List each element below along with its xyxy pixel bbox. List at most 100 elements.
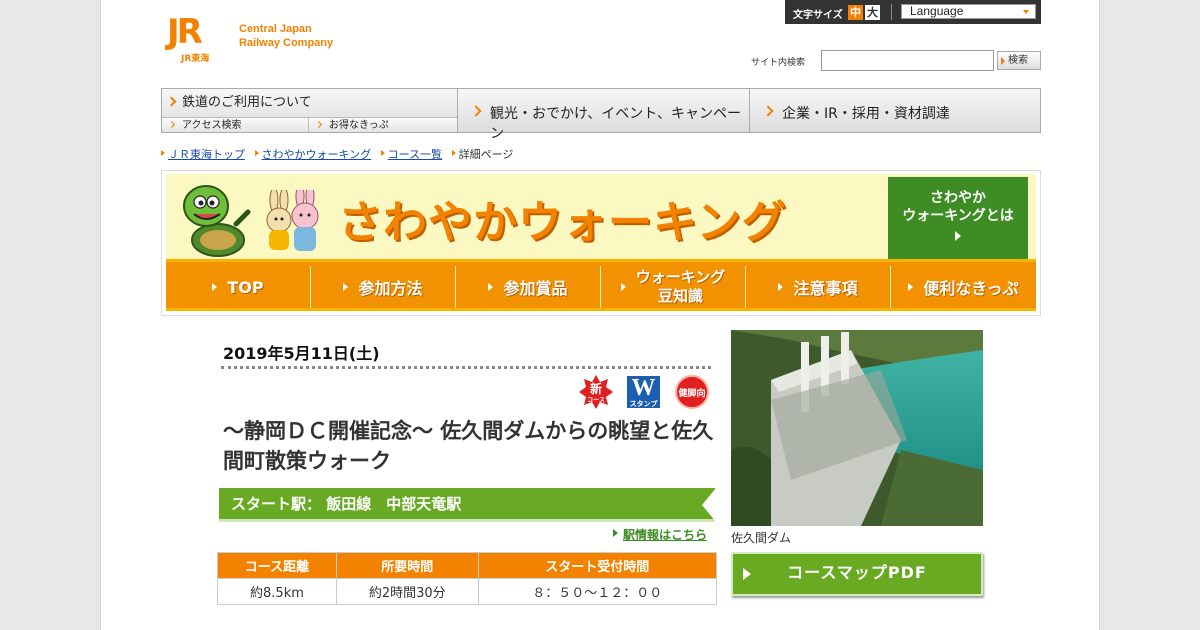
nav-corporate[interactable]: 企業・IR・採用・資材調達 — [749, 88, 1041, 133]
walking-nav-how-to-join-label: 参加方法 — [358, 279, 423, 298]
breadcrumb-current: 詳細ページ — [451, 146, 513, 162]
font-size-large-button[interactable]: 大 — [865, 5, 880, 20]
about-walking-line2: ウォーキングとは — [902, 208, 1014, 224]
nav-discount-tickets[interactable]: お得なきっぷ — [309, 117, 457, 132]
walking-nav-tickets[interactable]: 便利なきっぷ — [891, 266, 1036, 308]
breadcrumb-item: コース一覧 — [380, 146, 442, 162]
banner-title: さわやかウォーキング — [338, 197, 787, 248]
triangle-right-icon — [908, 283, 914, 291]
course-info-table: コース距離 所要時間 スタート受付時間 約8.5km 約2時間30分 ８：５０～… — [217, 552, 718, 605]
nav-access-search-label: アクセス検索 — [182, 120, 242, 131]
font-size-medium-button[interactable]: 中 — [848, 5, 863, 20]
utility-divider — [891, 4, 892, 20]
breadcrumb-item: さわやかウォーキング — [254, 146, 372, 162]
course-map-pdf-label: コースマップPDF — [787, 563, 927, 582]
walking-nav-top[interactable]: TOP — [166, 266, 311, 308]
triangle-right-icon — [778, 283, 784, 291]
table-header-row: コース距離 所要時間 スタート受付時間 — [217, 552, 718, 579]
walking-nav-tips[interactable]: ウォーキング 豆知識 — [601, 266, 746, 308]
event-title: ～静岡ＤＣ開催記念～ 佐久間ダムからの眺望と佐久間町散策ウォーク — [223, 419, 714, 473]
walking-nav-tips-line2: 豆知識 — [657, 287, 703, 305]
play-triangle-icon — [955, 231, 961, 241]
about-walking-line1: さわやか — [930, 190, 986, 206]
chevron-right-icon — [166, 96, 177, 107]
w-stamp-badge-icon: W スタンプ — [627, 376, 660, 408]
start-station-bar: スタート駅： 飯田線 中部天竜駅 — [219, 488, 716, 522]
chevron-down-icon — [1023, 10, 1029, 14]
jr-logo-mark: JR — [165, 12, 229, 52]
triangle-right-icon — [488, 283, 494, 291]
walking-nav-tips-line1: ウォーキング — [635, 268, 726, 286]
table-header-reception: スタート受付時間 — [477, 552, 718, 579]
badge-w-text: W — [631, 375, 656, 401]
nav-discount-tickets-label: お得なきっぷ — [329, 120, 389, 131]
dotted-divider — [221, 366, 711, 369]
walking-nav-top-label: TOP — [227, 277, 264, 297]
company-name: Central Japan Railway Company — [239, 22, 333, 50]
triangle-right-icon — [343, 283, 349, 291]
walking-nav-tips-label: ウォーキング 豆知識 — [636, 268, 726, 306]
nav-travel[interactable]: 観光・おでかけ、イベント、キャンペーン — [457, 88, 750, 142]
nav-travel-label: 観光・おでかけ、イベント、キャンペーン — [490, 106, 742, 142]
badge-new-text: 新 — [590, 381, 602, 396]
walking-nav-stripe — [166, 308, 1036, 311]
font-size-label: 文字サイズ — [793, 10, 843, 21]
chevron-right-icon — [167, 120, 176, 129]
walking-nav-prizes[interactable]: 参加賞品 — [456, 266, 601, 308]
table-cell-duration: 約2時間30分 — [335, 578, 479, 605]
page: JR JR東海 Central Japan Railway Company 文字… — [100, 0, 1100, 630]
photo-caption: 佐久間ダム — [731, 531, 792, 545]
company-name-line1: Central Japan — [239, 23, 312, 35]
site-search-label: サイト内検索 — [751, 58, 806, 68]
table-cell-distance: 約8.5km — [217, 578, 337, 605]
global-nav: 鉄道のご利用について アクセス検索 お得なきっぷ 観光・おでかけ、イベント、キャ… — [161, 88, 1041, 142]
site-search-button[interactable]: 検索 — [997, 51, 1041, 70]
logo-mark-text: JR — [167, 12, 203, 52]
course-badges: 新 コース W スタンプ 健脚向 — [579, 375, 711, 413]
walking-nav-tickets-label: 便利なきっぷ — [923, 279, 1019, 298]
chevron-right-icon — [314, 120, 323, 129]
advanced-walker-badge-icon: 健脚向 — [675, 375, 709, 409]
walking-nav-prizes-label: 参加賞品 — [503, 279, 568, 298]
nav-rail-main[interactable]: 鉄道のご利用について — [162, 89, 457, 116]
walking-nav-notes[interactable]: 注意事項 — [746, 266, 891, 308]
breadcrumb-link-walking[interactable]: さわやかウォーキング — [262, 148, 372, 161]
walking-nav-notes-label: 注意事項 — [793, 279, 858, 298]
new-course-badge-icon: 新 コース — [579, 375, 613, 409]
breadcrumb-link-top[interactable]: ＪＲ東海トップ — [168, 148, 245, 161]
nav-corporate-label: 企業・IR・採用・資材調達 — [782, 106, 950, 122]
course-map-pdf-button[interactable]: コースマップPDF — [731, 552, 983, 596]
walking-banner: さわやかウォーキング さわやか ウォーキングとは TOP 参加方法 参加賞品 ウ… — [161, 170, 1041, 316]
table-row: 約8.5km 約2時間30分 ８：５０～１２：００ — [217, 578, 718, 605]
nav-rail-main-label: 鉄道のご利用について — [182, 95, 312, 110]
nav-rail-group: 鉄道のご利用について アクセス検索 お得なきっぷ — [161, 88, 458, 133]
chevron-right-icon — [470, 105, 482, 117]
triangle-right-icon — [620, 283, 626, 291]
site-search-input[interactable] — [821, 50, 994, 71]
table-header-distance: コース距離 — [217, 552, 337, 579]
walking-nav: TOP 参加方法 参加賞品 ウォーキング 豆知識 注意事項 便利なきっぷ — [166, 259, 1036, 311]
table-cell-reception: ８：５０～１２：００ — [477, 578, 718, 605]
walking-nav-how-to-join[interactable]: 参加方法 — [311, 266, 456, 308]
triangle-right-icon — [212, 283, 218, 291]
breadcrumb-item: ＪＲ東海トップ — [161, 146, 245, 162]
station-info-link[interactable]: 駅情報はこちら — [613, 526, 707, 543]
event-date: 2019年5月11日(土) — [223, 344, 380, 363]
table-header-duration: 所要時間 — [335, 552, 479, 579]
language-select-value: Language — [910, 4, 964, 18]
badge-new-sub-text: コース — [587, 397, 605, 404]
breadcrumb-link-course-list[interactable]: コース一覧 — [388, 148, 442, 161]
badge-w-sub-text: スタンプ — [629, 400, 658, 408]
triangle-right-icon — [743, 568, 751, 580]
sakuma-dam-photo — [731, 330, 983, 526]
nav-access-search[interactable]: アクセス検索 — [162, 117, 309, 132]
chevron-right-icon — [762, 105, 774, 117]
banner-header: さわやかウォーキング さわやか ウォーキングとは — [166, 174, 1036, 259]
rabbit-mascots-illustration — [266, 190, 319, 251]
turtle-mascot-illustration — [183, 185, 251, 257]
utility-bar: 文字サイズ 中 大 Language — [785, 0, 1041, 24]
language-select[interactable]: Language — [901, 4, 1036, 19]
breadcrumb: ＪＲ東海トップ さわやかウォーキング コース一覧 詳細ページ — [161, 146, 519, 162]
about-walking-button[interactable]: さわやか ウォーキングとは — [888, 177, 1028, 259]
jr-central-logo[interactable]: JR JR東海 Central Japan Railway Company — [165, 12, 355, 66]
